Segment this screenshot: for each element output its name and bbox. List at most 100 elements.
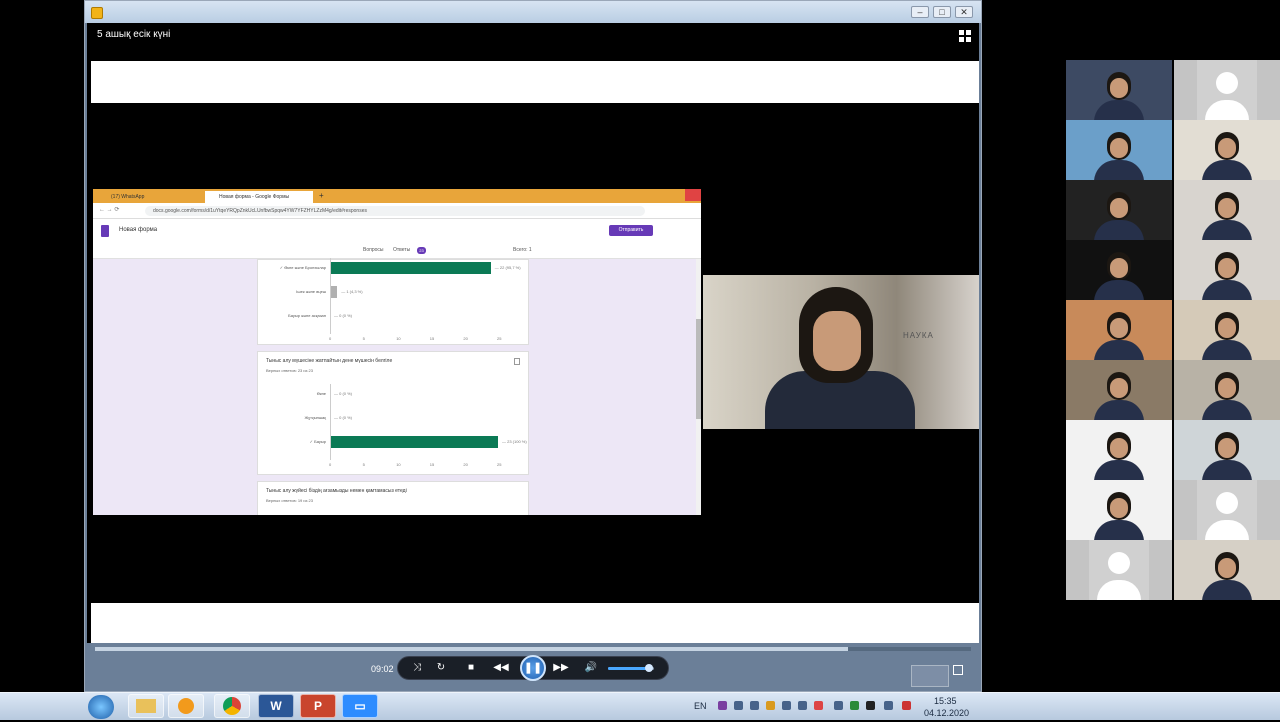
participant-tile[interactable] <box>1174 540 1280 600</box>
clock-time[interactable]: 15:35 <box>934 696 957 706</box>
wall-sign: НАУКА <box>903 331 934 340</box>
tray-app-icon[interactable] <box>850 701 859 710</box>
browser-close-icon[interactable] <box>685 189 701 201</box>
forms-toolbar: Новая форма Отправить Вопросы Ответы 23 … <box>93 219 701 259</box>
word-icon[interactable]: W <box>258 694 294 718</box>
tray-app-icon[interactable] <box>902 701 911 710</box>
letterbox-top <box>91 61 979 103</box>
answer-option-label: Жұтқыншақ <box>304 415 326 420</box>
page-scrollbar[interactable] <box>696 259 701 515</box>
avatar-head <box>1216 492 1238 514</box>
participant-tile[interactable] <box>1066 120 1172 180</box>
back-icon[interactable]: ← → ⟳ <box>99 206 119 213</box>
tray-app-icon[interactable] <box>866 701 875 710</box>
axis-tick-label: 20 <box>463 336 468 341</box>
shared-screen-browser: (17) WhatsApp Новая форма - Google Формы… <box>93 189 701 515</box>
participant-tile[interactable] <box>1174 120 1280 180</box>
chrome-icon[interactable] <box>214 694 250 718</box>
participant-tile[interactable] <box>1066 480 1172 540</box>
title-bar: – □ ✕ <box>85 1 981 23</box>
tray-app-icon[interactable] <box>814 701 823 710</box>
answer-option-label: Өкпе <box>316 391 326 396</box>
bar-value-label: — 23 (100 %) <box>502 439 527 444</box>
url-field[interactable]: docs.google.com/forms/d/1uYtqeYRQpZnkUcL… <box>145 206 645 216</box>
participant-tile[interactable] <box>1174 360 1280 420</box>
seek-bar[interactable] <box>95 647 971 651</box>
share-icon[interactable]: ⤨ <box>408 659 426 677</box>
media-player-window: – □ ✕ 5 ашық есік күні (17) WhatsApp Нов… <box>84 0 982 692</box>
tray-app-icon[interactable] <box>766 701 775 710</box>
speaker-video[interactable]: НАУКА <box>703 275 979 429</box>
tab-questions[interactable]: Вопросы <box>363 247 383 253</box>
participant-tile[interactable] <box>1066 300 1172 360</box>
powerpoint-icon[interactable]: P <box>300 694 336 718</box>
tray-app-icon[interactable] <box>782 701 791 710</box>
form-name[interactable]: Новая форма <box>119 227 157 233</box>
stop-icon[interactable]: ■ <box>462 659 480 677</box>
tray-app-icon[interactable] <box>734 701 743 710</box>
tray-app-icon[interactable] <box>750 701 759 710</box>
participant-tile[interactable] <box>1066 240 1172 300</box>
video-area[interactable]: (17) WhatsApp Новая форма - Google Формы… <box>87 61 979 643</box>
participant-tile[interactable] <box>1174 240 1280 300</box>
browser-tab-whatsapp[interactable]: (17) WhatsApp <box>97 191 201 203</box>
language-indicator[interactable]: EN <box>694 701 707 711</box>
minimize-button[interactable]: – <box>911 6 929 18</box>
zoom-icon[interactable]: ▭ <box>342 694 378 718</box>
copy-chart-icon[interactable] <box>514 358 520 365</box>
close-button[interactable]: ✕ <box>955 6 973 18</box>
volume-icon[interactable]: 🔊 <box>582 659 600 677</box>
correct-answers-text: Верных ответов: 23 из 23 <box>266 368 314 373</box>
browser-tab-forms[interactable]: Новая форма - Google Формы <box>205 191 313 203</box>
send-button[interactable]: Отправить <box>609 225 653 236</box>
volume-knob[interactable] <box>645 664 654 672</box>
participant-tile[interactable] <box>1066 540 1172 600</box>
axis-tick-label: 15 <box>429 336 435 341</box>
chart-axis <box>330 384 331 460</box>
rewind-icon[interactable]: ◀◀ <box>492 659 510 677</box>
axis-tick-label: 25 <box>497 336 502 341</box>
network-icon[interactable] <box>834 701 843 710</box>
participant-face <box>1110 498 1128 518</box>
bar-value-label: — 22 (95,7 %) <box>494 265 521 270</box>
pause-button[interactable]: ❚❚ <box>520 655 546 681</box>
mini-player-thumbnail[interactable] <box>911 665 949 687</box>
bar-value-label: — 1 (4,3 %) <box>341 289 363 294</box>
participant-tile[interactable] <box>1066 180 1172 240</box>
axis-tick-label: 25 <box>497 462 502 467</box>
loop-icon[interactable]: ↻ <box>432 659 450 677</box>
browser-tab-strip: (17) WhatsApp Новая форма - Google Формы… <box>93 189 701 203</box>
participant-tile[interactable] <box>1174 300 1280 360</box>
volume-slider[interactable] <box>608 664 654 672</box>
start-button[interactable] <box>88 695 114 719</box>
tray-app-icon[interactable] <box>798 701 807 710</box>
chart-bar <box>330 262 491 274</box>
new-tab-icon[interactable]: + <box>319 191 324 200</box>
clock-date[interactable]: 04.12.2020 <box>924 708 969 718</box>
fast-forward-icon[interactable]: ▶▶ <box>552 659 570 677</box>
chart-bar <box>330 286 338 298</box>
playback-controls: ⤨ ↻ ■ ◀◀ ❚❚ ▶▶ 🔊 <box>397 655 669 681</box>
participant-tile[interactable] <box>1174 480 1280 540</box>
video-title: 5 ашық есік күні <box>97 29 171 40</box>
explorer-icon[interactable] <box>128 694 164 718</box>
bar-value-label: — 0 (0 %) <box>334 415 353 420</box>
onenote-icon[interactable] <box>718 701 727 710</box>
participant-tile[interactable] <box>1066 360 1172 420</box>
participant-tile[interactable] <box>1174 180 1280 240</box>
question-text: Тыныс алу жүйесі біздің ағзамызды немен … <box>266 488 407 494</box>
fullscreen-icon[interactable] <box>953 665 963 675</box>
speaker-volume-icon[interactable] <box>884 701 893 710</box>
gallery-view-icon[interactable] <box>959 30 971 42</box>
tab-answers[interactable]: Ответы <box>393 247 410 253</box>
maximize-button[interactable]: □ <box>933 6 951 18</box>
media-player-icon[interactable] <box>168 694 204 718</box>
participant-tile[interactable] <box>1066 60 1172 120</box>
participant-tile[interactable] <box>1174 420 1280 480</box>
participant-face <box>1110 258 1128 278</box>
scroll-thumb[interactable] <box>696 319 701 419</box>
participant-tile[interactable] <box>1066 420 1172 480</box>
avatar-body <box>1205 100 1249 120</box>
participant-tile[interactable] <box>1174 60 1280 120</box>
bar-value-label: — 0 (0 %) <box>334 313 353 318</box>
